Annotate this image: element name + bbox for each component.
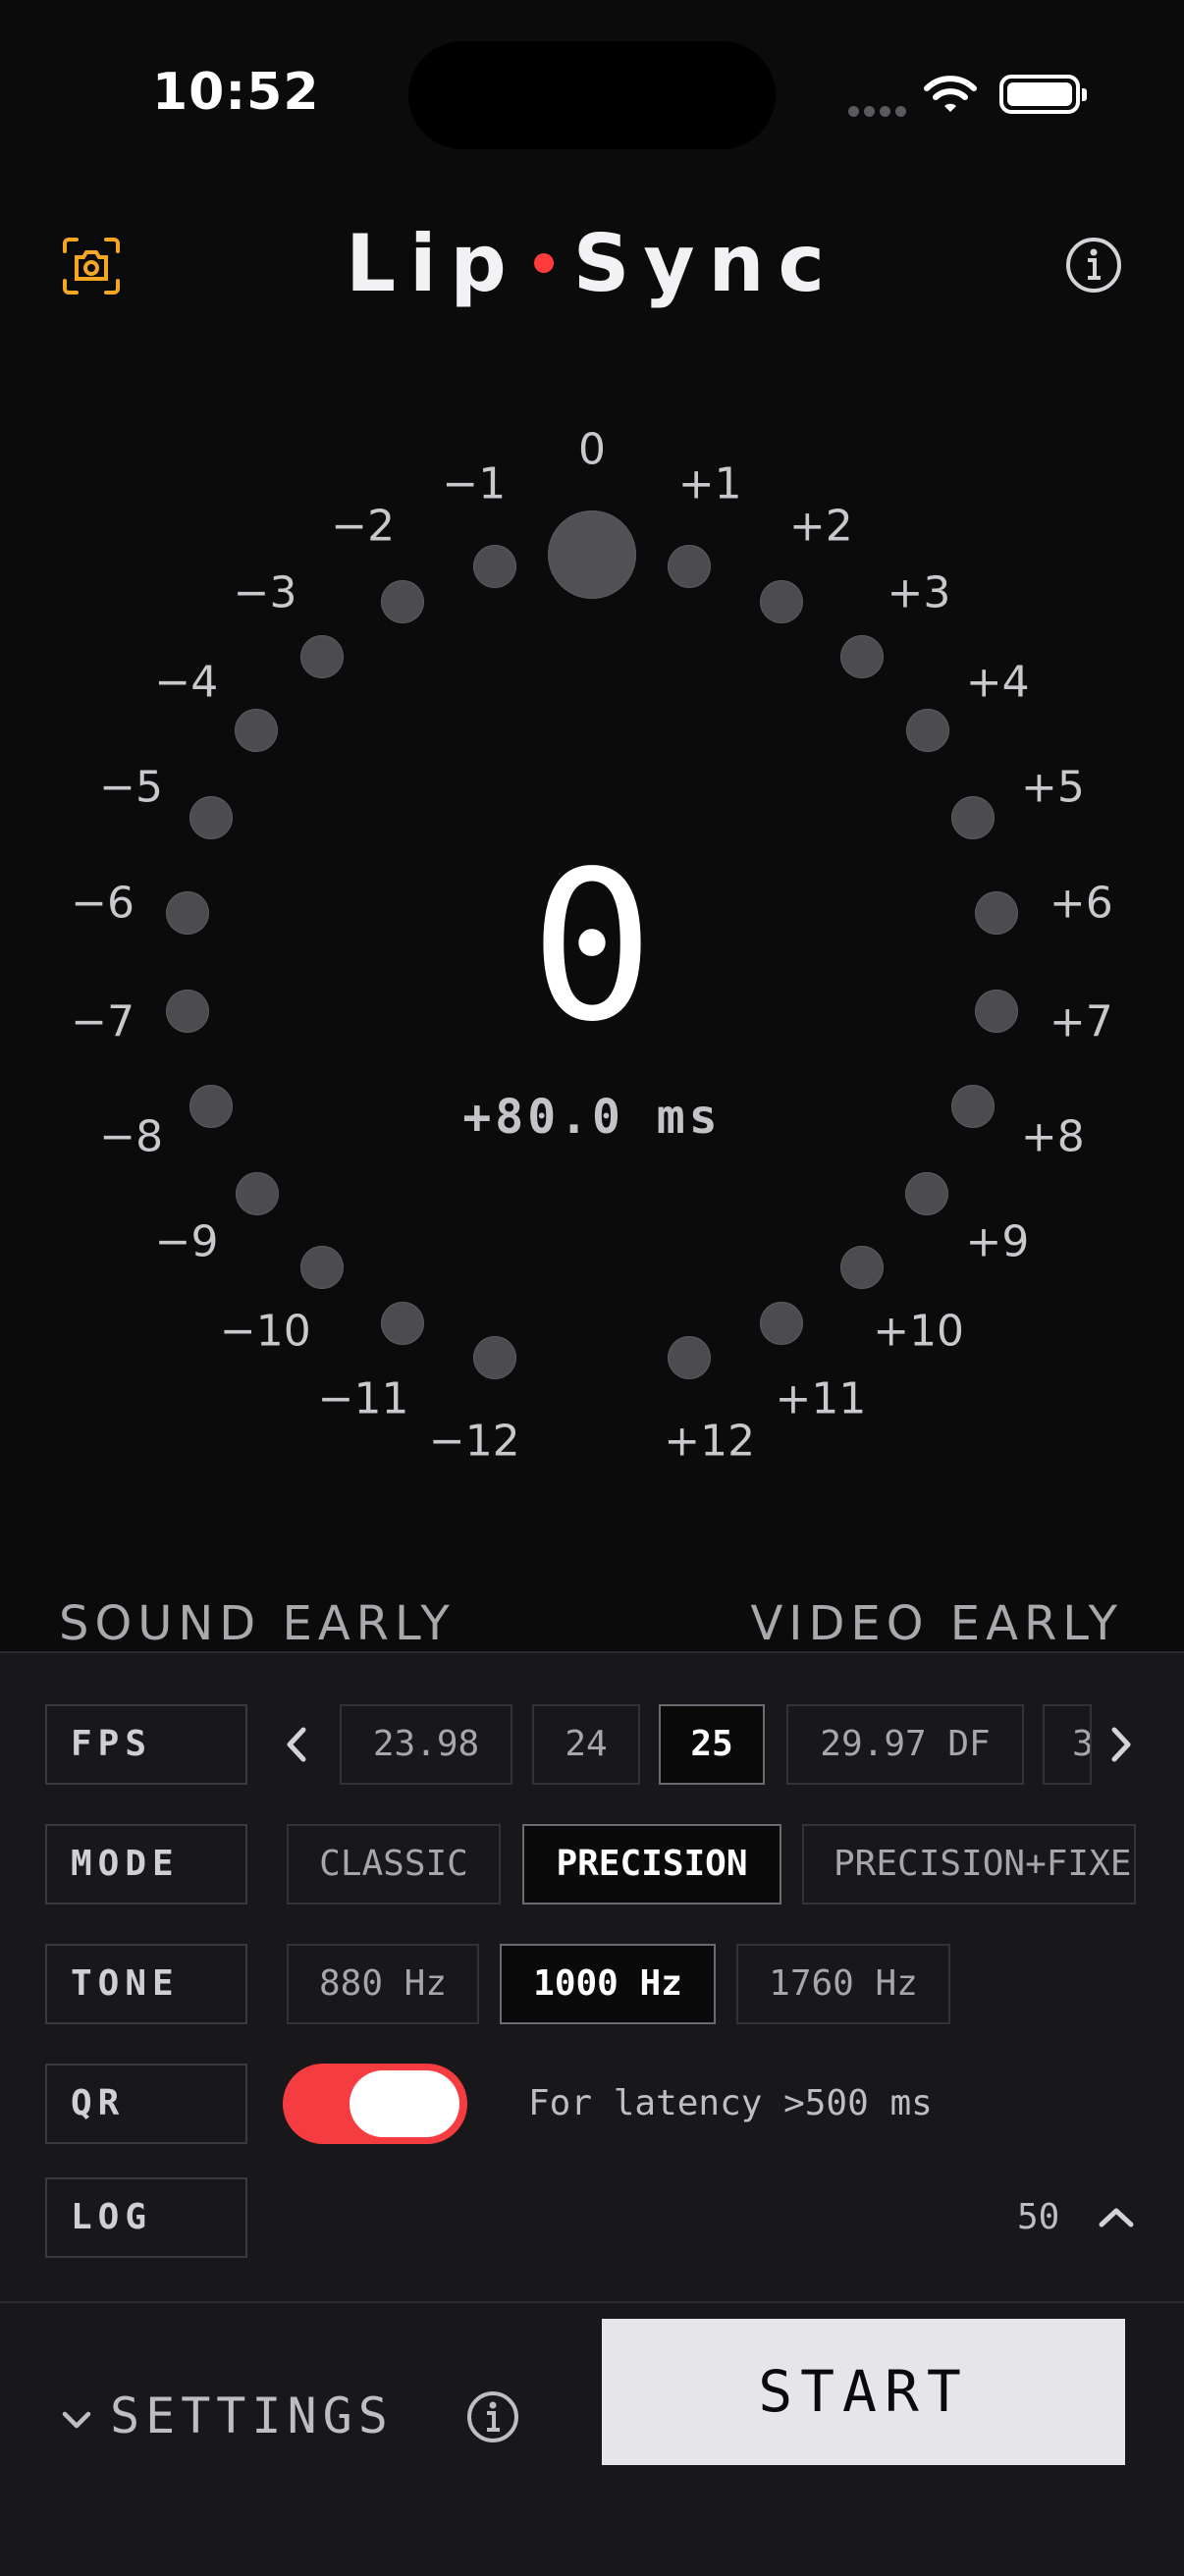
offset-ms-label: +80.0 ms: [462, 1090, 722, 1145]
tone-row: TONE 880 Hz 1000 Hz 1760 Hz: [0, 1944, 1184, 2024]
dial-dot[interactable]: [667, 1336, 711, 1380]
dial-dot[interactable]: [951, 795, 996, 839]
cell-signal-icon: [848, 102, 911, 121]
log-count: 50: [1017, 2197, 1060, 2237]
dial-label: −2: [331, 501, 396, 552]
qr-row: QR For latency >500 ms: [0, 2064, 1184, 2144]
dial-dot[interactable]: [381, 579, 425, 623]
dial-dot[interactable]: [905, 1171, 949, 1215]
dial-label: −9: [154, 1216, 219, 1267]
tone-option-1760[interactable]: 1760 Hz: [736, 1944, 950, 2024]
fps-option-29-97-df[interactable]: 29.97 DF: [786, 1704, 1024, 1785]
dial-label: −3: [233, 567, 297, 618]
dial-dot[interactable]: [473, 1336, 516, 1380]
dial-label: +2: [788, 501, 853, 552]
app-title: Lip Sync: [0, 218, 1184, 309]
mode-option-precision[interactable]: PRECISION: [522, 1824, 781, 1905]
dial-label: +4: [965, 657, 1030, 708]
recording-dot: [533, 253, 554, 274]
dial-label: −1: [442, 458, 507, 510]
mode-label: MODE: [45, 1824, 247, 1905]
chevron-down-icon: [62, 2411, 91, 2428]
dial-dot[interactable]: [840, 635, 885, 679]
dial-dot[interactable]: [299, 635, 344, 679]
dial-label: 0: [578, 424, 606, 475]
dial-label: +10: [873, 1306, 965, 1357]
mode-row: MODE CLASSIC PRECISION PRECISION+FIXE: [0, 1824, 1184, 1905]
fps-option-25[interactable]: 25: [659, 1704, 765, 1785]
qr-toggle[interactable]: [283, 2064, 467, 2144]
sound-early-label: SOUND EARLY: [59, 1596, 456, 1651]
dial-label: −10: [219, 1306, 311, 1357]
dial-label: −5: [99, 762, 163, 813]
dial-label: +5: [1021, 762, 1085, 813]
dial-dot[interactable]: [759, 1301, 803, 1345]
dial-dot[interactable]: [188, 795, 233, 839]
dial-label: +3: [887, 567, 951, 618]
qr-toggle-knob: [350, 2070, 459, 2137]
dial-dot[interactable]: [759, 579, 803, 623]
video-early-label: VIDEO EARLY: [750, 1596, 1123, 1651]
app-title-sync: Sync: [572, 218, 838, 309]
dial-label: +1: [677, 458, 742, 510]
dial-label: −12: [428, 1416, 520, 1466]
settings-toggle-label: SETTINGS: [110, 2388, 394, 2444]
start-button[interactable]: START: [602, 2319, 1125, 2465]
fps-option-23-98[interactable]: 23.98: [340, 1704, 512, 1785]
log-label[interactable]: LOG: [45, 2177, 247, 2258]
dial-dot[interactable]: [235, 709, 279, 753]
dial-dot[interactable]: [235, 1171, 279, 1215]
chevron-left-icon[interactable]: [271, 1718, 324, 1771]
fps-option-24[interactable]: 24: [532, 1704, 640, 1785]
mode-option-precision-fixed[interactable]: PRECISION+FIXE: [802, 1824, 1136, 1905]
dial-label: +12: [664, 1416, 756, 1466]
dial-dot[interactable]: [905, 709, 949, 753]
dial-dot[interactable]: [548, 510, 636, 599]
dial-dot[interactable]: [300, 1245, 344, 1289]
dial-label: +11: [775, 1373, 867, 1424]
mode-option-classic[interactable]: CLASSIC: [287, 1824, 501, 1905]
log-row: LOG 50: [0, 2177, 1184, 2258]
fps-label: FPS: [45, 1704, 247, 1785]
settings-toggle-button[interactable]: SETTINGS: [59, 2372, 394, 2460]
tone-label: TONE: [45, 1944, 247, 2024]
dial-dot[interactable]: [839, 1245, 884, 1289]
status-time: 10:52: [152, 63, 320, 122]
qr-label: QR: [45, 2064, 247, 2144]
tone-option-1000[interactable]: 1000 Hz: [500, 1944, 716, 2024]
chevron-right-icon[interactable]: [1094, 1718, 1147, 1771]
info-icon[interactable]: [1064, 236, 1123, 295]
dial-dot[interactable]: [668, 545, 712, 589]
bottom-bar: SETTINGS START: [0, 2301, 1184, 2576]
dynamic-island: [408, 41, 776, 149]
tone-option-880[interactable]: 880 Hz: [287, 1944, 479, 2024]
fps-option-more[interactable]: 3: [1043, 1704, 1092, 1785]
dial-label: −11: [317, 1373, 409, 1424]
qr-note: For latency >500 ms: [528, 2083, 933, 2123]
dial-dot[interactable]: [381, 1301, 425, 1345]
offset-value: 0: [529, 827, 655, 1067]
app-title-lip: Lip: [346, 218, 520, 309]
dial-dot[interactable]: [472, 545, 516, 589]
dial-label: −4: [154, 657, 219, 708]
wifi-icon: [924, 76, 977, 112]
chevron-up-icon[interactable]: [1090, 2191, 1143, 2244]
fps-row: FPS 23.98 24 25 29.97 DF 3: [0, 1704, 1184, 1785]
battery-icon: [999, 75, 1087, 114]
dial-label: +9: [965, 1216, 1030, 1267]
info-icon[interactable]: [465, 2389, 520, 2444]
